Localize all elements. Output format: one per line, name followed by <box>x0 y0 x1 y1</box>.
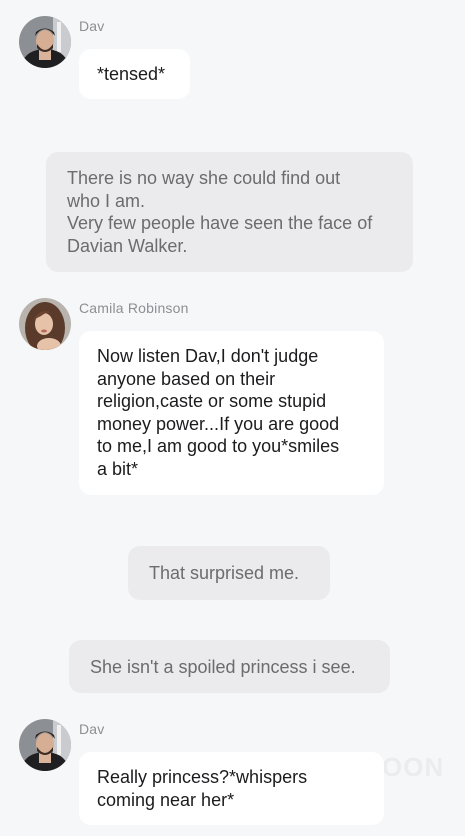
narration-text: Davian Walker. <box>67 235 188 256</box>
message-bubble: *tensed* <box>79 49 190 99</box>
narration-text: Very few people have seen the face of <box>67 213 373 233</box>
camila-avatar[interactable] <box>19 298 71 350</box>
speaker-name: Dav <box>79 721 105 737</box>
message-bubble: Now listen Dav,I don't judge anyone base… <box>79 331 384 495</box>
message-text: a bit* <box>97 458 139 479</box>
narration-text: who I am. <box>67 190 146 211</box>
message-text: anyone based on their <box>97 368 276 389</box>
dav-avatar[interactable] <box>19 16 71 68</box>
narration-bubble: That surprised me. <box>128 546 330 600</box>
message-text: to me,I am good to you*smiles <box>97 436 340 456</box>
message-text: *tensed* <box>97 64 166 84</box>
narration-bubble: She isn't a spoiled princess i see. <box>69 640 390 693</box>
narration-text: She isn't a spoiled princess i see. <box>90 657 356 677</box>
dav-avatar[interactable] <box>19 719 71 771</box>
watermark: OON <box>382 752 445 782</box>
message-bubble: Really princess?*whispers coming near he… <box>79 752 384 825</box>
message-text: coming near her* <box>97 789 235 810</box>
message-text: money power...If you are good <box>97 413 340 434</box>
narration-bubble: There is no way she could find out who I… <box>46 152 413 272</box>
speaker-name: Camila Robinson <box>79 300 189 316</box>
speaker-name: Dav <box>79 18 105 34</box>
message-text: religion,caste or some stupid <box>97 391 327 411</box>
narration-text: That surprised me. <box>149 563 300 583</box>
chat-story-screen: Dav *tensed* There is no way she could f… <box>0 0 465 836</box>
message-text: Now listen Dav,I don't judge <box>97 346 319 366</box>
message-text: Really princess?*whispers <box>97 767 308 787</box>
narration-text: There is no way she could find out <box>67 168 341 188</box>
